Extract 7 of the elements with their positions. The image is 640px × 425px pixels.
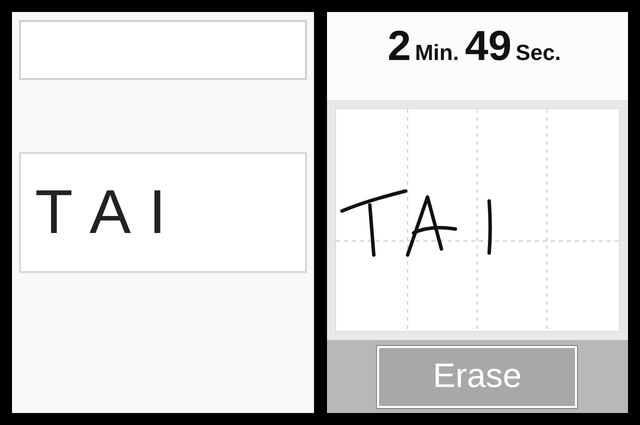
timer-seconds-unit: Sec. bbox=[516, 40, 561, 66]
writing-pad[interactable] bbox=[334, 108, 620, 332]
erase-button[interactable]: Erase bbox=[377, 346, 578, 408]
timer-seconds: 49 bbox=[464, 22, 512, 70]
timer-minutes-unit: Min. bbox=[414, 40, 459, 66]
timer-minutes: 2 bbox=[388, 22, 411, 70]
word-text: T A I bbox=[35, 177, 168, 248]
